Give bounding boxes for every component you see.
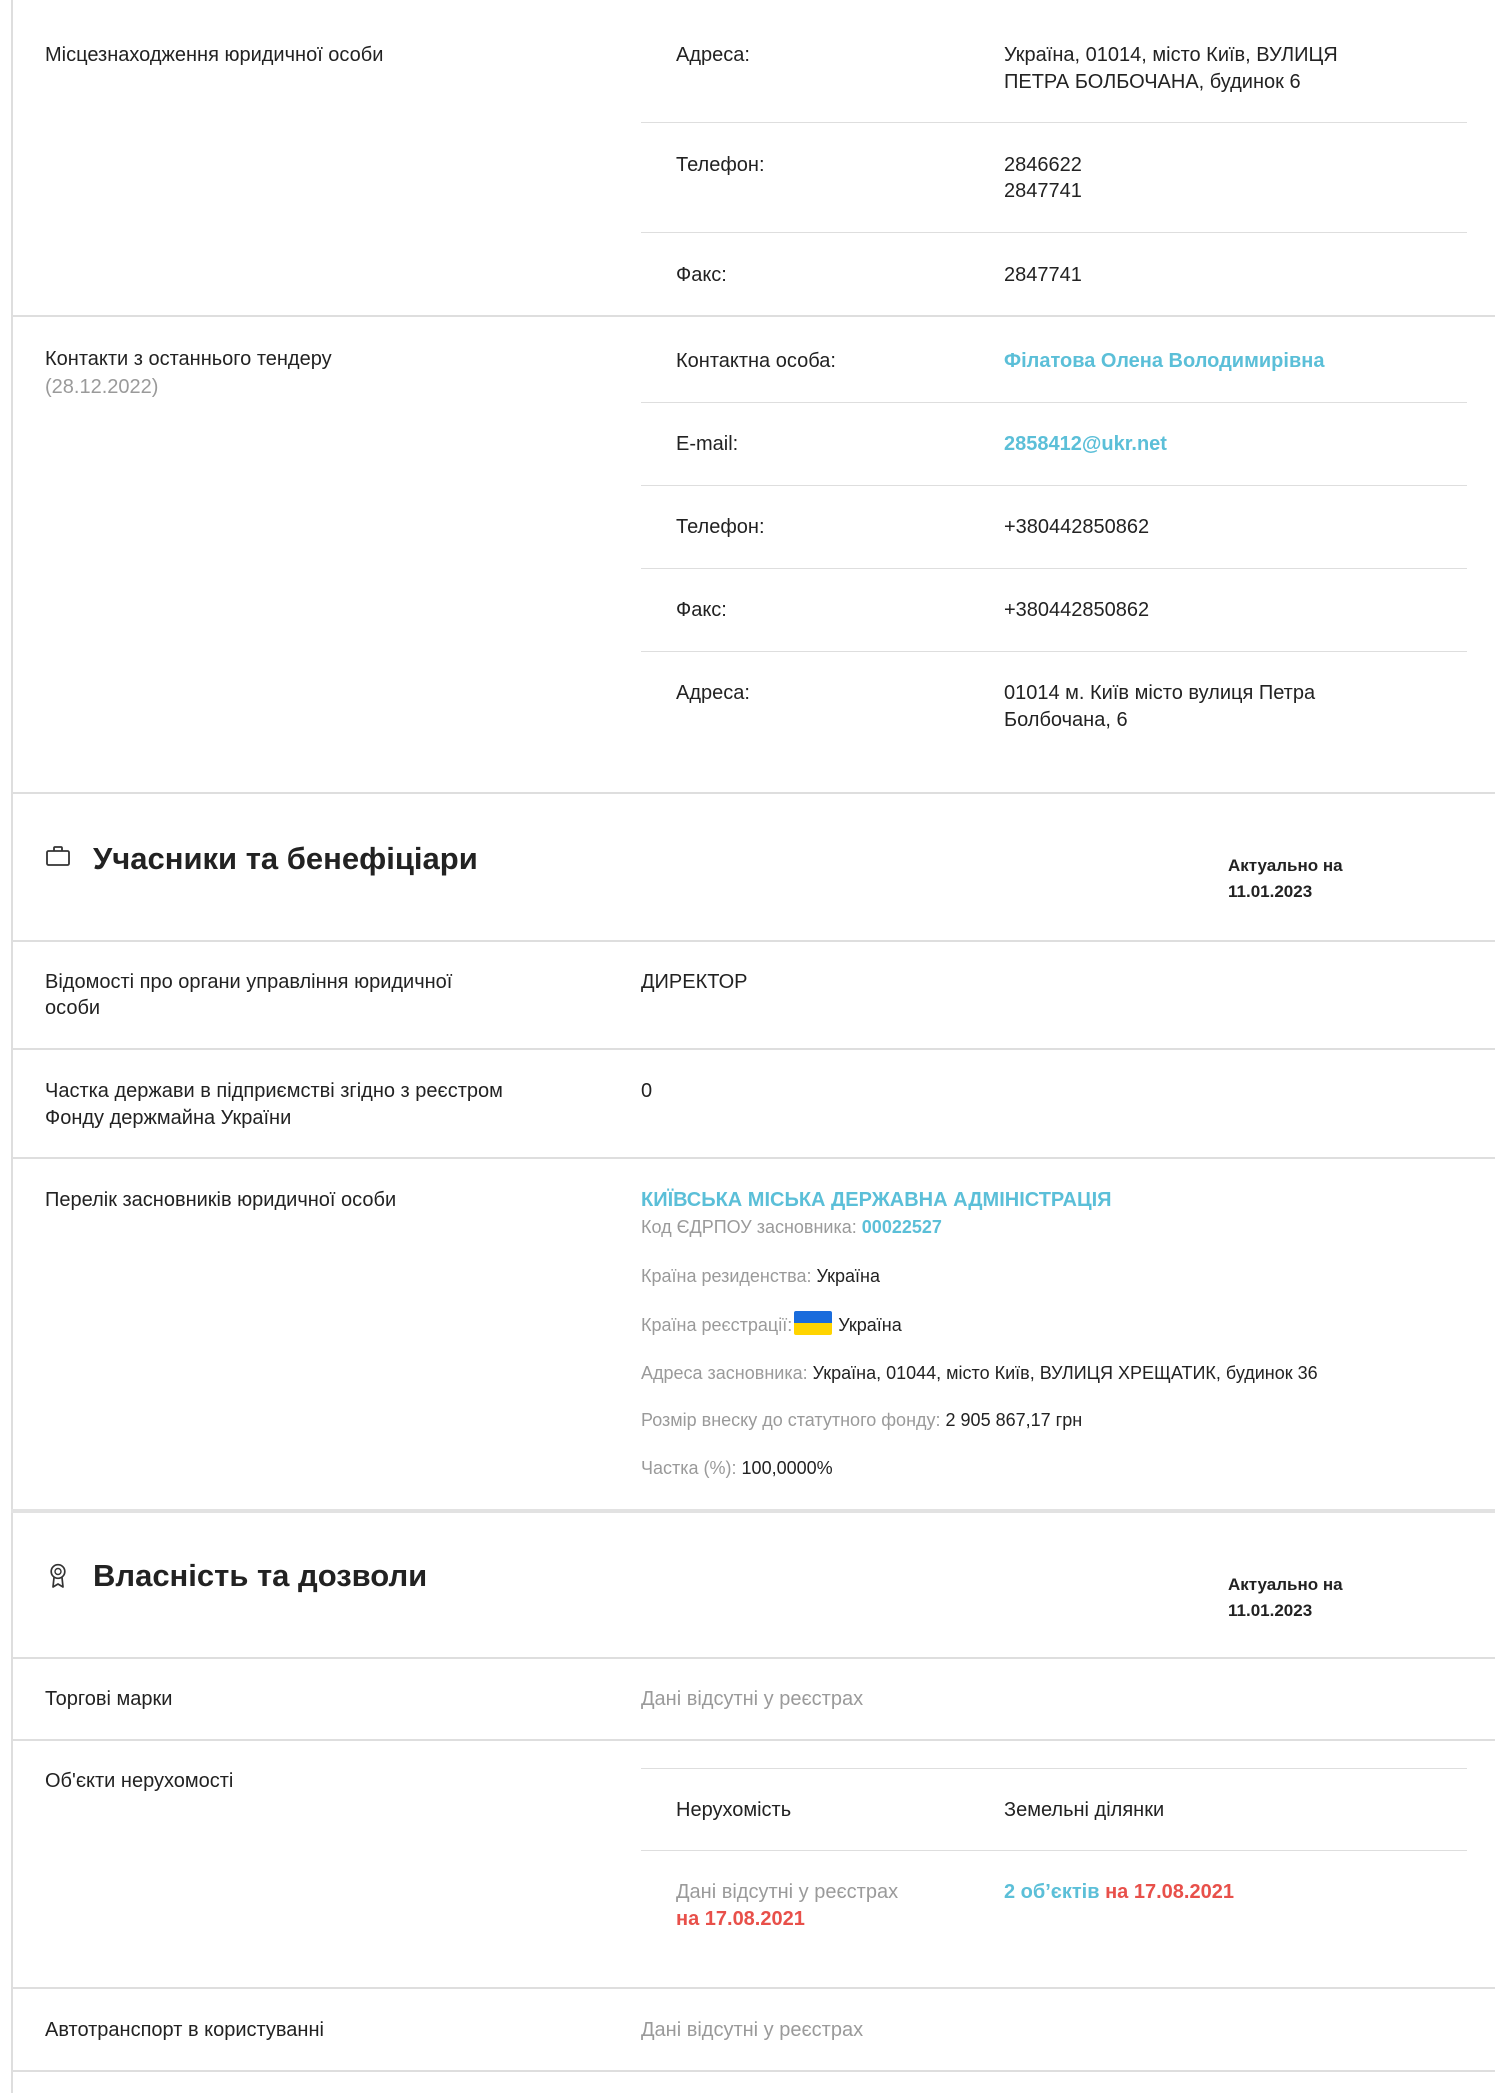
section-divider: [11, 940, 1495, 942]
founder-code-row: Код ЄДРПОУ засновника: 00022527: [641, 1214, 942, 1241]
land-plots-date: на 17.08.2021: [1105, 1881, 1234, 1903]
state-share-value: 0: [641, 1080, 653, 1102]
briefcase-icon: [46, 845, 70, 867]
section-divider: [11, 1509, 1495, 1513]
email-link[interactable]: 2858412@ukr.net: [1004, 431, 1167, 458]
section-divider: [11, 1048, 1495, 1050]
divider: [641, 122, 1467, 123]
founder-contribution-value: 2 905 867,17 грн: [945, 1410, 1083, 1430]
founder-address-row: Адреса засновника: Україна, 01044, місто…: [641, 1360, 1318, 1387]
state-share-label-line1: Частка держави в підприємстві згідно з р…: [45, 1080, 503, 1102]
section-divider: [11, 1739, 1495, 1741]
fax-key: Факс:: [676, 264, 727, 286]
founder-code-label: Код ЄДРПОУ засновника:: [641, 1217, 857, 1237]
founder-residence-row: Країна резиденства: Україна: [641, 1263, 880, 1290]
content-frame: [11, 0, 1495, 2093]
participants-actual-label: Актуально на: [1228, 856, 1343, 875]
section-divider: [11, 1657, 1495, 1659]
management-label-line1: Відомості про органи управління юридично…: [45, 971, 453, 993]
founder-address-value: Україна, 01044, місто Київ, ВУЛИЦЯ ХРЕЩА…: [812, 1363, 1318, 1383]
phone-value-line1: 2846622: [1004, 154, 1082, 176]
divider: [641, 402, 1467, 403]
vehicles-value: Дані відсутні у реєстрах: [641, 2019, 864, 2041]
contact-address-key: Адреса:: [676, 682, 750, 704]
divider: [641, 651, 1467, 652]
real-estate-label: Об'єкти нерухомості: [45, 1770, 234, 1792]
divider: [641, 568, 1467, 569]
tab-land-plots[interactable]: Земельні ділянки: [1004, 1797, 1164, 1824]
founder-code-link[interactable]: 00022527: [862, 1217, 942, 1237]
contact-fax-key: Факс:: [676, 599, 727, 621]
phone-value-line2: 2847741: [1004, 180, 1082, 202]
contacts-label: Контакти з останнього тендеру: [45, 348, 332, 370]
divider: [641, 232, 1467, 233]
contact-person-link[interactable]: Філатова Олена Володимирівна: [1004, 348, 1324, 375]
fax-value: 2847741: [1004, 264, 1082, 286]
contact-person-key: Контактна особа:: [676, 350, 836, 372]
founder-registration-value: Україна: [838, 1315, 902, 1335]
participants-title: Учасники та бенефіціари: [93, 841, 478, 876]
section-divider: [11, 315, 1495, 317]
award-icon: [48, 1563, 68, 1589]
founder-registration-row: Країна реєстрації: Україна: [641, 1311, 902, 1339]
land-plots-link[interactable]: 2 об’єктів: [1004, 1881, 1100, 1903]
founder-share-row: Частка (%): 100,0000%: [641, 1455, 833, 1482]
address-value-line1: Україна, 01014, місто Київ, ВУЛИЦЯ: [1004, 44, 1338, 66]
divider: [641, 1850, 1467, 1851]
founder-name-link[interactable]: КИЇВСЬКА МІСЬКА ДЕРЖАВНА АДМІНІСТРАЦІЯ: [641, 1187, 1112, 1214]
divider: [641, 1768, 1467, 1769]
property-title: Власність та дозволи: [93, 1558, 428, 1593]
founder-contribution-label: Розмір внеску до статутного фонду:: [641, 1410, 941, 1430]
founder-registration-label: Країна реєстрації:: [641, 1315, 793, 1335]
real-estate-date: на 17.08.2021: [676, 1908, 805, 1930]
tab-real-estate[interactable]: Нерухомість: [676, 1797, 791, 1824]
contact-address-line1: 01014 м. Київ місто вулиця Петра: [1004, 682, 1316, 704]
vehicles-label: Автотранспорт в користуванні: [45, 2019, 324, 2041]
property-actual-label: Актуально на: [1228, 1575, 1343, 1594]
email-key: E-mail:: [676, 433, 739, 455]
management-label-line2: особи: [45, 997, 101, 1019]
location-label: Місцезнаходження юридичної особи: [45, 44, 384, 66]
address-key: Адреса:: [676, 44, 750, 66]
contact-phone-key: Телефон:: [676, 516, 765, 538]
land-plots-row: 2 об’єктів на 17.08.2021: [1004, 1879, 1234, 1906]
ukraine-flag-icon: [794, 1311, 833, 1335]
participants-actual-date: 11.01.2023: [1228, 882, 1313, 901]
real-estate-value: Дані відсутні у реєстрах: [676, 1881, 899, 1903]
address-value-line2: ПЕТРА БОЛБОЧАНА, будинок 6: [1004, 71, 1301, 93]
trademarks-label: Торгові марки: [45, 1688, 173, 1710]
founder-residence-label: Країна резиденства:: [641, 1266, 812, 1286]
phone-key: Телефон:: [676, 154, 765, 176]
section-divider: [11, 792, 1495, 794]
state-share-label-line2: Фонду держмайна України: [45, 1107, 292, 1129]
contact-address-line2: Болбочана, 6: [1004, 709, 1128, 731]
contact-phone-value: +380442850862: [1004, 516, 1150, 538]
contacts-date: (28.12.2022): [45, 376, 159, 398]
founders-label: Перелік засновників юридичної особи: [45, 1189, 397, 1211]
founder-share-value: 100,0000%: [741, 1458, 833, 1478]
founder-residence-value: Україна: [816, 1266, 880, 1286]
management-value: ДИРЕКТОР: [641, 971, 748, 993]
divider: [641, 485, 1467, 486]
founder-contribution-row: Розмір внеску до статутного фонду: 2 905…: [641, 1407, 1082, 1434]
founder-share-label: Частка (%):: [641, 1458, 737, 1478]
property-actual-date: 11.01.2023: [1228, 1601, 1313, 1620]
section-divider: [11, 1987, 1495, 1989]
section-divider: [11, 1157, 1495, 1159]
section-divider: [11, 2070, 1495, 2072]
trademarks-value: Дані відсутні у реєстрах: [641, 1688, 864, 1710]
contact-fax-value: +380442850862: [1004, 599, 1150, 621]
founder-address-label: Адреса засновника:: [641, 1363, 808, 1383]
